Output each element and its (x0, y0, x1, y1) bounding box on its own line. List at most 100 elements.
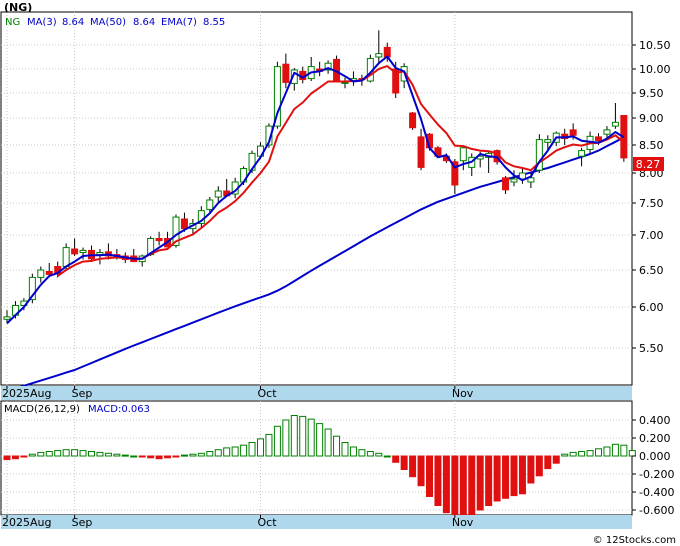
macd-tick-label: -0.200 (639, 468, 674, 481)
candle-body-up (62, 247, 70, 268)
macd-bar-negative (426, 455, 433, 497)
macd-bar-positive (595, 448, 602, 457)
candle-body-up (611, 121, 619, 127)
macd-bar-negative (164, 455, 172, 459)
macd-bar-positive (88, 451, 95, 457)
price-legend-item: 8.55 (203, 17, 225, 28)
price-x-axis-band (1, 386, 632, 400)
candle-body-up (578, 150, 586, 157)
macd-bar-negative (518, 455, 526, 495)
price-tick-label: 9.00 (639, 112, 664, 125)
macd-tick-label: 0.000 (639, 450, 671, 463)
macd-bar-negative (11, 455, 19, 460)
macd-bar-positive (299, 415, 307, 457)
macd-bar-positive (121, 454, 129, 457)
candle-body-down (409, 112, 417, 129)
macd-bar-positive (45, 451, 53, 457)
macd-bar-positive (307, 418, 315, 457)
macd-bar-positive (130, 455, 138, 458)
macd-bar-positive (628, 450, 636, 457)
macd-bar-positive (62, 449, 70, 457)
macd-tick-label: -0.600 (639, 504, 674, 517)
candle-body-up (37, 269, 45, 278)
price-x-label: Oct (258, 387, 278, 400)
macd-bar-negative (409, 455, 417, 478)
macd-bar-positive (569, 451, 577, 457)
macd-x-label: 2025Aug (2, 516, 51, 529)
macd-bar-negative (392, 455, 400, 463)
macd-bar-negative (552, 455, 560, 464)
candle-body-up (206, 199, 214, 210)
candle-body-down (180, 218, 188, 230)
candle (366, 54, 374, 83)
macd-bar-positive (248, 442, 256, 457)
macd-bar-negative (147, 455, 155, 459)
macd-bar-positive (28, 453, 36, 457)
price-tick-label: 5.50 (639, 342, 664, 355)
macd-bar-positive (257, 438, 264, 457)
macd-bar-negative (544, 455, 552, 470)
candle-body-up (544, 139, 552, 143)
macd-bar-negative (493, 455, 501, 502)
macd-bar-positive (341, 442, 349, 457)
macd-bar-negative (502, 455, 510, 499)
macd-bar-negative (172, 455, 180, 458)
macd-bar-positive (214, 449, 222, 457)
macd-bar-negative (535, 455, 543, 477)
macd-bar-positive (349, 446, 357, 457)
macd-bar-positive (375, 452, 383, 457)
macd-bar-positive (37, 451, 45, 457)
macd-bar-positive (290, 415, 298, 457)
macd-legend: MACD(26,12,9) MACD:0.063 (4, 404, 150, 415)
macd-bar-positive (104, 452, 112, 457)
macd-bar-negative (468, 455, 476, 515)
macd-bar-negative (442, 455, 450, 514)
candle-body-down (595, 136, 602, 142)
macd-legend-item: MACD:0.063 (88, 404, 150, 415)
macd-bar-positive (620, 444, 628, 457)
price-x-label: Sep (72, 387, 93, 400)
price-x-label: 2025Aug (2, 387, 51, 400)
candle-body-down (155, 238, 163, 242)
candle-body-down (71, 248, 79, 255)
macd-axis: 0.400 0.200 0.000 -0.200 -0.400 -0.600 (632, 414, 674, 517)
price-tick-label: 7.50 (639, 197, 664, 210)
macd-bar-positive (561, 453, 569, 457)
candle (620, 115, 628, 162)
price-axis: 10.5010.009.509.008.508.007.507.006.506.… (632, 39, 671, 355)
candle-body-up (214, 190, 222, 198)
macd-bar-negative (400, 455, 408, 470)
macd-bar-negative (510, 455, 518, 497)
candle-body-up (459, 147, 467, 162)
macd-bar-positive (333, 435, 341, 457)
macd-bar-positive (586, 450, 594, 457)
macd-bar-positive (96, 451, 104, 457)
macd-bar-positive (603, 446, 611, 457)
macd-bar-negative (434, 455, 442, 506)
macd-tick-label: 0.200 (639, 432, 671, 445)
macd-bar-positive (358, 449, 366, 457)
macd-bar-positive (231, 446, 239, 457)
candle-body-up (375, 53, 383, 58)
candle-body-down (569, 129, 577, 136)
macd-bar-positive (383, 455, 391, 458)
candle-body-up (3, 316, 11, 320)
candle-body-down (502, 177, 510, 191)
price-legend-item: 8.64 (62, 17, 84, 28)
price-tick-label: 6.50 (639, 264, 664, 277)
macd-bar-negative (459, 455, 467, 518)
candle-body-up (510, 178, 518, 183)
macd-bar-negative (476, 455, 484, 511)
price-tick-label: 7.00 (639, 229, 664, 242)
candle (409, 112, 417, 130)
price-x-label: Nov (452, 387, 474, 400)
macd-bar-negative (451, 455, 459, 518)
macd-bar-positive (273, 425, 281, 457)
macd-bar-positive (316, 423, 324, 457)
candle-body-up (341, 81, 349, 84)
price-panel (0, 11, 633, 386)
macd-bar-positive (189, 453, 197, 457)
macd-x-axis-band (1, 515, 632, 529)
macd-bar-negative (155, 455, 163, 460)
price-legend-item: MA(3) (27, 17, 57, 28)
